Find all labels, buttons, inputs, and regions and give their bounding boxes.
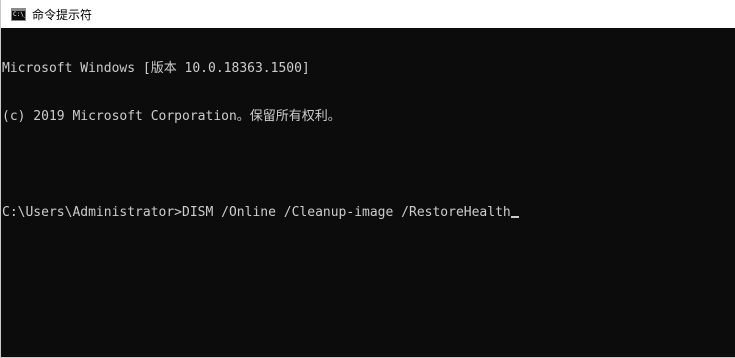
window-title: 命令提示符 — [32, 7, 93, 22]
title-bar[interactable]: C:\_ 命令提示符 — [1, 0, 735, 28]
console-line-copyright: (c) 2019 Microsoft Corporation。保留所有权利。 — [2, 109, 341, 124]
console-icon[interactable]: C:\_ — [11, 7, 26, 21]
command-text: C:\Users\Administrator>DISM /Online /Cle… — [2, 205, 511, 220]
console-line-version: Microsoft Windows [版本 10.0.18363.1500] — [2, 61, 310, 76]
console-command-line[interactable]: C:\Users\Administrator>DISM /Online /Cle… — [2, 205, 735, 221]
command-prompt-window: C:\_ 命令提示符 Microsoft Windows [版本 10.0.18… — [0, 0, 735, 358]
text-cursor — [510, 216, 519, 218]
console-output[interactable]: Microsoft Windows [版本 10.0.18363.1500] (… — [1, 29, 735, 357]
